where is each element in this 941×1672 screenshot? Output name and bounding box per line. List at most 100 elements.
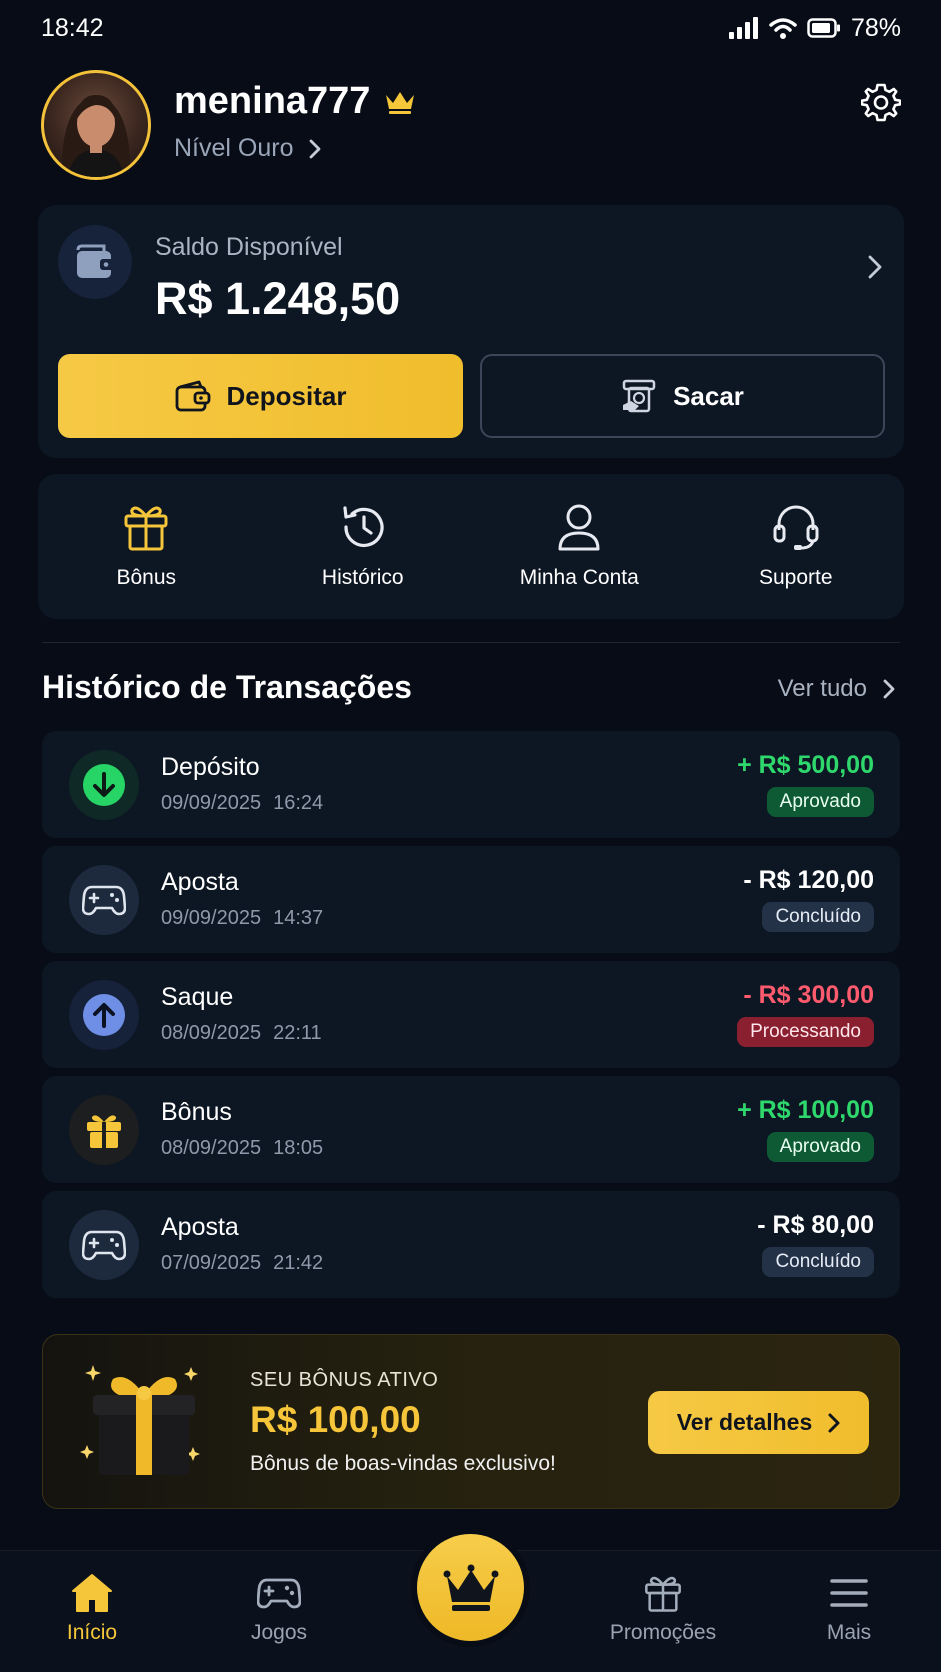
bonus-description: Bônus de boas-vindas exclusivo! <box>250 1452 556 1475</box>
nav-vip-button[interactable] <box>417 1534 524 1641</box>
crown-icon <box>443 1564 498 1611</box>
nav-label: Jogos <box>250 1621 308 1644</box>
nav-home[interactable]: Início <box>22 1573 162 1645</box>
gear-icon[interactable] <box>861 82 901 122</box>
status-time: 18:42 <box>41 13 104 42</box>
nav-more[interactable]: Mais <box>779 1573 919 1645</box>
transaction-title: Aposta <box>161 1213 239 1241</box>
gift-icon <box>645 1576 681 1612</box>
see-all-label: Ver tudo <box>777 675 867 702</box>
balance-card: Saldo Disponível R$ 1.248,50 Depositar S… <box>38 205 904 458</box>
wifi-icon <box>769 18 797 39</box>
wallet-icon <box>76 244 114 278</box>
status-badge: Aprovado <box>766 1132 874 1162</box>
gamepad-icon <box>257 1578 301 1609</box>
quick-action-label: Bônus <box>116 566 177 589</box>
quick-action-bonus[interactable]: Bônus <box>38 474 255 619</box>
bonus-details-label: Ver detalhes <box>676 1409 813 1435</box>
nav-label: Mais <box>826 1621 872 1644</box>
transaction-title: Aposta <box>161 868 239 896</box>
transaction-title: Depósito <box>161 753 260 781</box>
status-badge: Processando <box>737 1017 874 1047</box>
bonus-amount: R$ 100,00 <box>250 1399 421 1440</box>
user-icon <box>558 504 600 551</box>
arrow-up-icon <box>83 994 125 1036</box>
menu-icon <box>830 1579 868 1607</box>
transaction-amount: - R$ 80,00 <box>757 1211 874 1239</box>
see-all-link[interactable]: Ver tudo <box>778 675 895 703</box>
profile-header: menina777 Nível Ouro <box>41 70 901 180</box>
transaction-date: 09/09/2025 16:24 <box>161 792 324 814</box>
transaction-icon <box>69 865 139 935</box>
transaction-row[interactable]: Aposta 09/09/2025 14:37 - R$ 120,00 Concl… <box>42 846 900 953</box>
balance-value: R$ 1.248,50 <box>155 273 401 324</box>
transaction-row[interactable]: Aposta 07/09/2025 21:42 - R$ 80,00 Conclu… <box>42 1191 900 1298</box>
withdraw-label: Sacar <box>673 380 744 411</box>
transaction-amount: + R$ 500,00 <box>737 751 874 779</box>
avatar-portrait-icon <box>61 95 131 177</box>
gamepad-icon <box>82 1230 126 1261</box>
transaction-row[interactable]: Saque 08/09/2025 22:11 - R$ 300,00 Proces… <box>42 961 900 1068</box>
arrow-down-icon <box>83 764 125 806</box>
transaction-icon <box>69 1210 139 1280</box>
battery-percent: 78% <box>850 13 901 42</box>
gift-box-icon <box>80 1365 200 1475</box>
transaction-row[interactable]: Depósito 09/09/2025 16:24 + R$ 500,00 Apr… <box>42 731 900 838</box>
chevron-right-icon[interactable] <box>868 255 882 279</box>
transaction-row[interactable]: Bônus 08/09/2025 18:05 + R$ 100,00 Aprova… <box>42 1076 900 1183</box>
bonus-details-button[interactable]: Ver detalhes <box>648 1391 869 1454</box>
signal-icon <box>728 17 758 39</box>
deposit-label: Depositar <box>226 380 347 411</box>
headset-icon <box>773 505 819 550</box>
chevron-right-icon <box>310 139 321 158</box>
bonus-label: SEU BÔNUS ATIVO <box>250 1369 439 1391</box>
username-text: menina777 <box>174 80 371 122</box>
battery-icon <box>807 18 840 38</box>
nav-promotions[interactable]: Promoções <box>593 1573 733 1645</box>
crown-icon <box>386 91 415 114</box>
balance-label: Saldo Disponível <box>155 233 343 261</box>
chevron-right-icon <box>828 1413 840 1432</box>
quick-action-label: Suporte <box>758 566 833 589</box>
wallet-icon-badge <box>58 225 132 299</box>
status-bar: 18:42 78% <box>0 0 941 56</box>
status-icons: 78% <box>728 13 901 43</box>
status-badge: Concluído <box>762 1247 874 1277</box>
section-title: Histórico de Transações <box>42 669 412 705</box>
nav-label: Início <box>66 1621 118 1644</box>
transaction-list: Depósito 09/09/2025 16:24 + R$ 500,00 Apr… <box>42 731 900 1306</box>
transaction-amount: + R$ 100,00 <box>737 1096 874 1124</box>
transaction-icon <box>69 1095 139 1165</box>
quick-action-label: Histórico <box>321 566 404 589</box>
withdraw-button[interactable]: Sacar <box>480 354 885 438</box>
gift-icon <box>124 506 168 551</box>
transaction-amount: - R$ 300,00 <box>743 981 874 1009</box>
wallet-icon <box>175 380 210 412</box>
username: menina777 <box>174 80 416 123</box>
transaction-date: 08/09/2025 22:11 <box>161 1022 322 1044</box>
quick-actions: Bônus Histórico Minha Conta Suporte <box>38 474 904 619</box>
transaction-title: Saque <box>161 983 234 1011</box>
nav-games[interactable]: Jogos <box>209 1573 349 1645</box>
transaction-date: 07/09/2025 21:42 <box>161 1252 324 1274</box>
gift-icon <box>87 1115 121 1148</box>
vip-level-link[interactable]: Nível Ouro <box>174 134 321 163</box>
status-badge: Concluído <box>762 902 874 932</box>
quick-action-label: Minha Conta <box>519 566 639 589</box>
cash-withdraw-icon <box>622 379 656 413</box>
quick-action-support[interactable]: Suporte <box>688 474 905 619</box>
nav-label: Promoções <box>609 1621 717 1644</box>
transaction-date: 09/09/2025 14:37 <box>161 907 324 929</box>
avatar[interactable] <box>41 70 151 180</box>
quick-action-history[interactable]: Histórico <box>255 474 472 619</box>
transaction-icon <box>69 980 139 1050</box>
gamepad-icon <box>82 885 126 916</box>
transaction-date: 08/09/2025 18:05 <box>161 1137 324 1159</box>
quick-action-account[interactable]: Minha Conta <box>471 474 688 619</box>
divider <box>42 642 900 643</box>
deposit-button[interactable]: Depositar <box>58 354 463 438</box>
transaction-icon <box>69 750 139 820</box>
active-bonus-banner: SEU BÔNUS ATIVO R$ 100,00 Bônus de boas-… <box>42 1334 900 1509</box>
transaction-title: Bônus <box>161 1098 232 1126</box>
status-badge: Aprovado <box>766 787 874 817</box>
